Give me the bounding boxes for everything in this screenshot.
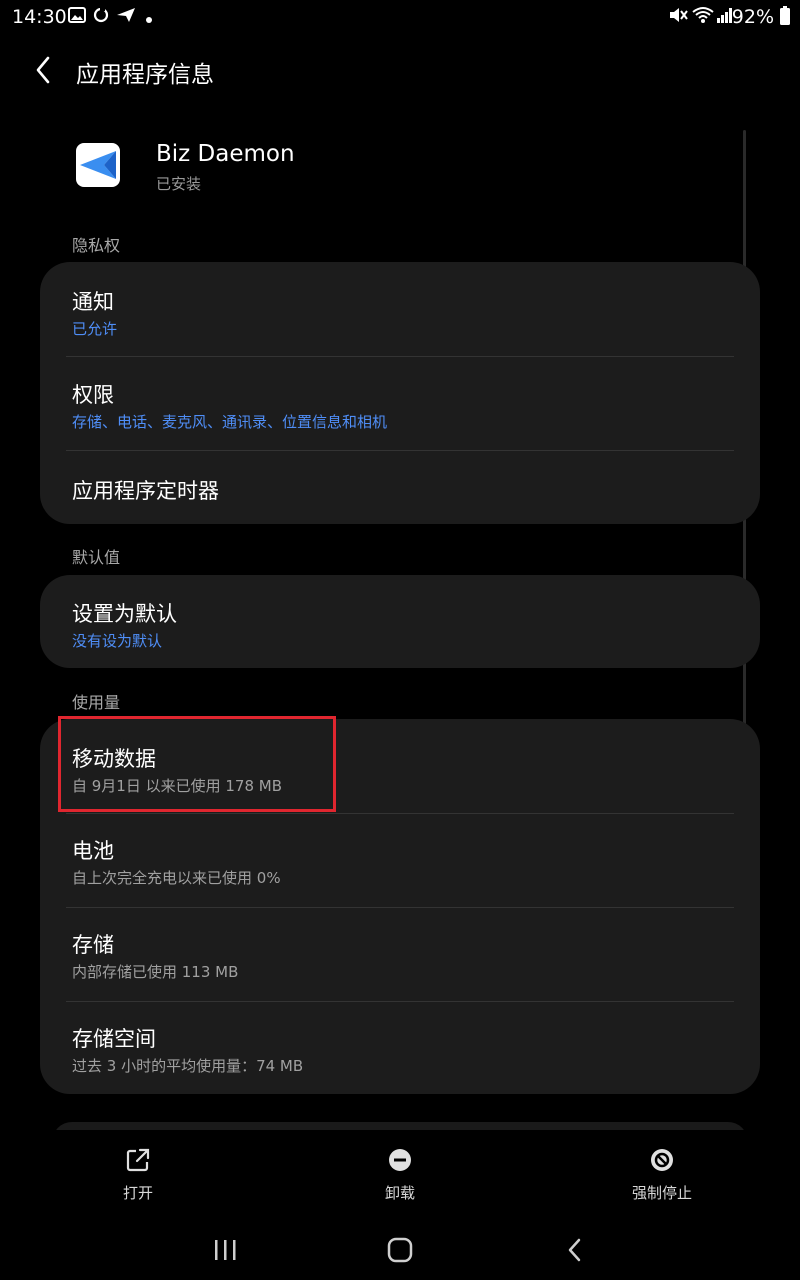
item-title: 存储空间 — [72, 1027, 156, 1051]
list-item-battery[interactable]: 电池 自上次完全充电以来已使用 0% — [40, 814, 760, 907]
list-item-notifications[interactable]: 通知 已允许 — [40, 262, 760, 356]
open-external-icon — [124, 1146, 152, 1174]
open-button[interactable]: 打开 — [78, 1146, 198, 1203]
status-bar: 14:30 92% — [0, 0, 800, 34]
item-title: 权限 — [72, 383, 114, 407]
back-icon — [568, 1238, 581, 1262]
home-icon — [387, 1237, 413, 1263]
action-bar: 打开 卸载 强制停止 — [0, 1130, 800, 1220]
home-button[interactable] — [370, 1232, 430, 1268]
list-item-app-timer[interactable]: 应用程序定时器 — [40, 451, 760, 524]
uninstall-button[interactable]: 卸载 — [340, 1146, 460, 1203]
send-icon — [116, 6, 136, 28]
app-install-status: 已安装 — [156, 175, 202, 193]
battery-icon — [779, 6, 791, 30]
back-button[interactable] — [26, 52, 62, 88]
uninstall-label: 卸载 — [384, 1184, 415, 1202]
item-subtitle: 存储、电话、麦克风、通讯录、位置信息和相机 — [72, 413, 388, 431]
recents-icon — [215, 1240, 236, 1260]
paper-plane-icon — [80, 151, 116, 179]
status-time: 14:30 — [12, 6, 67, 28]
app-info-screen: 14:30 92% 应用程序信息 Biz Daemon 已安装 隐私权 通知 已… — [0, 0, 800, 1280]
item-subtitle: 没有设为默认 — [72, 632, 163, 650]
page-title: 应用程序信息 — [76, 62, 214, 88]
section-label-privacy: 隐私权 — [72, 236, 121, 255]
image-icon — [68, 6, 86, 28]
nav-back-button[interactable] — [545, 1232, 605, 1268]
list-item-permissions[interactable]: 权限 存储、电话、麦克风、通讯录、位置信息和相机 — [40, 357, 760, 451]
sync-icon — [92, 6, 110, 28]
dot-icon — [145, 9, 153, 28]
item-subtitle: 自上次完全充电以来已使用 0% — [72, 869, 281, 887]
block-icon — [648, 1146, 676, 1174]
app-icon — [76, 143, 120, 187]
item-title: 电池 — [72, 839, 114, 863]
item-title: 通知 — [72, 290, 114, 314]
item-title: 存储 — [72, 933, 114, 957]
wifi-icon — [692, 6, 714, 28]
section-label-defaults: 默认值 — [72, 548, 121, 567]
force-stop-label: 强制停止 — [631, 1184, 692, 1202]
app-name: Biz Daemon — [156, 141, 295, 167]
force-stop-button[interactable]: 强制停止 — [602, 1146, 722, 1203]
item-title: 设置为默认 — [72, 602, 177, 626]
list-item-memory[interactable]: 存储空间 过去 3 小时的平均使用量：74 MB — [40, 1002, 760, 1094]
recents-button[interactable] — [195, 1232, 255, 1268]
list-item-storage[interactable]: 存储 内部存储已使用 113 MB — [40, 908, 760, 1001]
open-label: 打开 — [122, 1184, 153, 1202]
section-label-usage: 使用量 — [72, 693, 121, 712]
item-subtitle: 内部存储已使用 113 MB — [72, 963, 239, 981]
item-title: 应用程序定时器 — [72, 479, 219, 503]
defaults-card: 设置为默认 没有设为默认 — [40, 575, 760, 668]
battery-percent: 92% — [731, 6, 774, 28]
item-subtitle: 过去 3 小时的平均使用量：74 MB — [72, 1057, 304, 1075]
chevron-left-icon — [36, 56, 50, 84]
minus-circle-icon — [386, 1146, 414, 1174]
item-subtitle: 已允许 — [72, 320, 118, 338]
list-item-set-default[interactable]: 设置为默认 没有设为默认 — [40, 575, 760, 668]
privacy-card: 通知 已允许 权限 存储、电话、麦克风、通讯录、位置信息和相机 应用程序定时器 — [40, 262, 760, 524]
highlight-box — [58, 716, 336, 812]
mute-icon — [668, 6, 688, 28]
navigation-bar — [0, 1220, 800, 1280]
